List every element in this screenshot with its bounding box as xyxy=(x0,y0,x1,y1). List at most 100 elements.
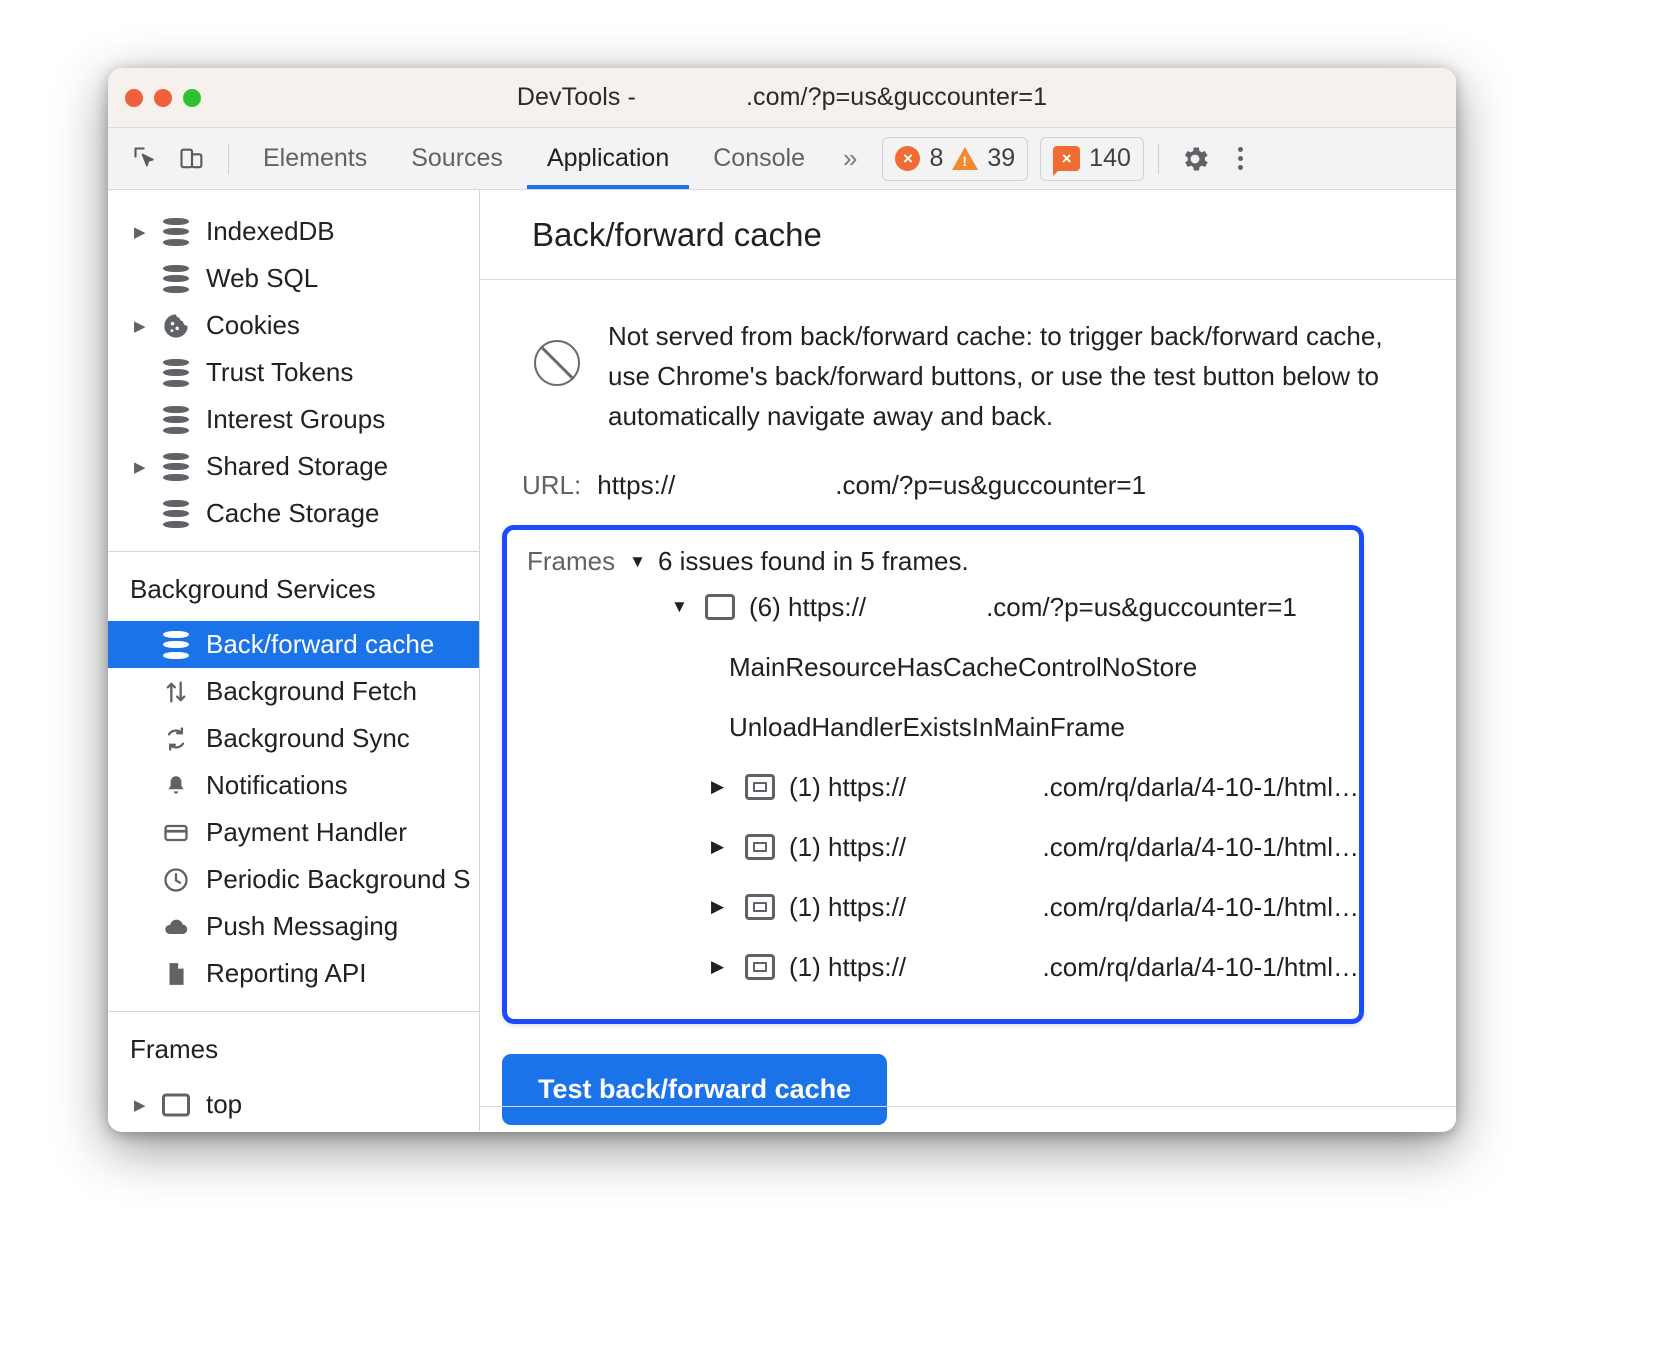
document-icon xyxy=(158,959,194,989)
page-title: Back/forward cache xyxy=(532,215,822,253)
blocked-icon xyxy=(534,340,580,386)
scrolled-item-clipped: Local Storage xyxy=(108,194,479,208)
kebab-menu-icon[interactable] xyxy=(1219,137,1263,181)
sidebar-item-background-sync[interactable]: ▶ Background Sync xyxy=(108,715,479,762)
sidebar-item-cache-storage[interactable]: ▶ Cache Storage xyxy=(108,490,479,537)
toolbar-divider-2 xyxy=(1157,143,1159,174)
chevron-right-icon[interactable]: ▶ xyxy=(711,837,745,857)
chevron-down-icon[interactable]: ▼ xyxy=(629,552,646,572)
tree-row[interactable]: ▶ (1) https:// .com/rq/darla/4-10-1/html… xyxy=(507,937,1359,997)
tab-console[interactable]: Console xyxy=(693,129,825,189)
status-message: Not served from back/forward cache: to t… xyxy=(608,321,1383,431)
close-button[interactable] xyxy=(125,88,143,107)
url-label: URL: xyxy=(522,470,582,500)
sidebar-item-label: Notifications xyxy=(206,770,348,800)
tree-row[interactable]: ▶ (1) https:// .com/rq/darla/4-10-1/html… xyxy=(507,757,1359,817)
minimize-button[interactable] xyxy=(154,88,172,107)
tab-sources[interactable]: Sources xyxy=(391,129,523,189)
clock-icon xyxy=(158,866,194,894)
sidebar-item-reporting-api[interactable]: ▶ Reporting API xyxy=(108,950,479,997)
tab-elements[interactable]: Elements xyxy=(243,129,387,189)
sidebar-item-web-sql[interactable]: ▶ Web SQL xyxy=(108,255,479,302)
tree-row[interactable]: ▶ (1) https:// .com/rq/darla/4-10-1/html… xyxy=(507,877,1359,937)
tree-row-reason: UnloadHandlerExistsInMainFrame xyxy=(507,697,1359,757)
url-suffix: .com/?p=us&guccounter=1 xyxy=(835,470,1147,500)
sidebar-item-notifications[interactable]: ▶ Notifications xyxy=(108,762,479,809)
sidebar-item-interest-groups[interactable]: ▶ Interest Groups xyxy=(108,396,479,443)
database-icon xyxy=(158,358,194,387)
toolbar-divider xyxy=(228,143,229,174)
panel-bottom-divider xyxy=(480,1106,1456,1107)
sidebar-item-label: Cookies xyxy=(206,310,300,340)
background-fetch-icon xyxy=(158,678,194,706)
frame-sub-icon xyxy=(745,894,775,920)
window-title-url: .com/?p=us&guccounter=1 xyxy=(745,83,1048,111)
screenshot-root: DevTools - .com/?p=us&guccounter=1 Elemen… xyxy=(0,0,1678,1358)
sidebar-item-payment-handler[interactable]: ▶ Payment Handler xyxy=(108,809,479,856)
url-scheme: https:// xyxy=(597,470,676,500)
frames-summary: 6 issues found in 5 frames. xyxy=(657,546,969,576)
chevron-right-icon[interactable]: ▶ xyxy=(711,897,745,917)
sidebar-item-label: Background Sync xyxy=(206,723,410,753)
frames-tree-header[interactable]: Frames ▼ 6 issues found in 5 frames. xyxy=(507,546,1359,577)
inspect-element-icon[interactable] xyxy=(124,137,168,181)
panel-tabs: Elements Sources Application Console xyxy=(243,129,825,189)
database-icon xyxy=(158,452,194,481)
frame-issue-count: (1) xyxy=(789,771,821,802)
sidebar-item-periodic-background-sync[interactable]: ▶ Periodic Background S xyxy=(108,856,479,903)
more-tabs-icon[interactable]: » xyxy=(827,143,870,174)
test-back-forward-cache-button[interactable]: Test back/forward cache xyxy=(502,1054,888,1125)
chevron-right-icon[interactable]: ▶ xyxy=(711,957,745,977)
sidebar-item-indexeddb[interactable]: ▶ IndexedDB xyxy=(108,208,479,255)
chevron-right-icon[interactable]: ▶ xyxy=(134,458,158,476)
frame-url-scheme: https:// xyxy=(828,951,907,982)
sidebar-item-label: Background Fetch xyxy=(206,676,418,706)
zoom-button[interactable] xyxy=(183,88,201,107)
tab-application[interactable]: Application xyxy=(526,129,690,189)
database-icon xyxy=(158,217,194,246)
frame-url-suffix: .com/rq/darla/4-10-1/html… xyxy=(1042,891,1359,922)
errors-warnings-badge[interactable]: × 8 39 xyxy=(882,136,1029,181)
sidebar-item-push-messaging[interactable]: ▶ Push Messaging xyxy=(108,903,479,950)
frame-main-icon xyxy=(705,594,735,620)
bfcache-reason: MainResourceHasCacheControlNoStore xyxy=(729,651,1198,682)
bfcache-reason: UnloadHandlerExistsInMainFrame xyxy=(729,711,1125,742)
tree-row[interactable]: ▶ (1) https:// .com/rq/darla/4-10-1/html… xyxy=(507,817,1359,877)
frame-url-scheme: https:// xyxy=(788,591,867,622)
sidebar-item-label: Cache Storage xyxy=(206,498,380,528)
chevron-right-icon[interactable]: ▶ xyxy=(134,317,158,335)
window-title: DevTools - .com/?p=us&guccounter=1 xyxy=(108,83,1456,112)
device-toolbar-icon[interactable] xyxy=(170,137,214,181)
sidebar-item-trust-tokens[interactable]: ▶ Trust Tokens xyxy=(108,349,479,396)
chevron-right-icon[interactable]: ▶ xyxy=(134,223,158,241)
devtools-window: DevTools - .com/?p=us&guccounter=1 Elemen… xyxy=(108,68,1456,1132)
frame-url-scheme: https:// xyxy=(828,771,907,802)
errors-count: 8 xyxy=(929,144,944,172)
warning-icon xyxy=(952,147,979,170)
frame-sub-icon xyxy=(745,774,775,800)
sidebar-item-cookies[interactable]: ▶ Cookies xyxy=(108,302,479,349)
bell-icon xyxy=(158,772,194,800)
devtools-body: Local Storage ▶ IndexedDB ▶ Web SQL ▶ xyxy=(108,190,1456,1131)
sidebar-item-shared-storage[interactable]: ▶ Shared Storage xyxy=(108,443,479,490)
window-title-prefix: DevTools - xyxy=(516,83,636,111)
tree-row[interactable]: ▼ (6) https:// .com/?p=us&guccounter=1 xyxy=(507,577,1359,637)
frame-url-scheme: https:// xyxy=(828,831,907,862)
kebab-dots xyxy=(1238,147,1244,170)
sidebar-item-label: Reporting API xyxy=(206,958,367,988)
chevron-right-icon[interactable]: ▶ xyxy=(134,1096,158,1114)
issues-badge[interactable]: × 140 xyxy=(1040,136,1144,181)
sidebar-item-background-fetch[interactable]: ▶ Background Fetch xyxy=(108,668,479,715)
sidebar-item-top-frame[interactable]: ▶ top xyxy=(108,1081,479,1128)
gear-icon[interactable] xyxy=(1173,137,1217,181)
sidebar-item-back-forward-cache[interactable]: ▶ Back/forward cache xyxy=(108,621,479,668)
frame-url-suffix: .com/rq/darla/4-10-1/html… xyxy=(1042,951,1359,982)
tree-row-reason: MainResourceHasCacheControlNoStore xyxy=(507,637,1359,697)
sidebar-item-label: Interest Groups xyxy=(206,404,386,434)
sidebar-item-label: Trust Tokens xyxy=(206,357,354,387)
chevron-down-icon[interactable]: ▼ xyxy=(671,597,705,617)
title-bar: DevTools - .com/?p=us&guccounter=1 xyxy=(108,68,1456,128)
cookie-icon xyxy=(158,312,194,340)
sidebar-item-label: IndexedDB xyxy=(206,216,335,246)
chevron-right-icon[interactable]: ▶ xyxy=(711,777,745,797)
